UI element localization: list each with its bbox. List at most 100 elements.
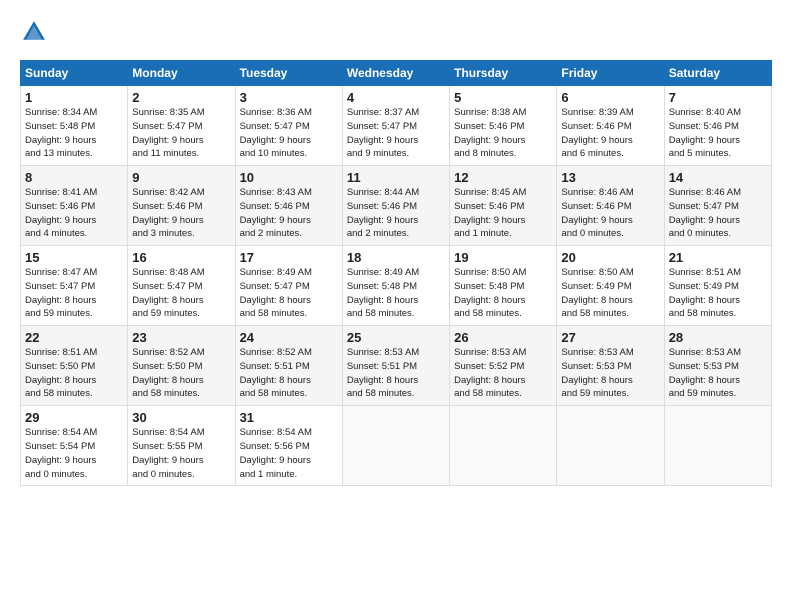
day-info-line: and 59 minutes. (132, 307, 230, 321)
day-info-line: Daylight: 9 hours (454, 214, 552, 228)
day-info-line: Sunrise: 8:50 AM (561, 266, 659, 280)
day-info-line: Sunrise: 8:43 AM (240, 186, 338, 200)
day-info-line: and 10 minutes. (240, 147, 338, 161)
day-info-line: and 2 minutes. (240, 227, 338, 241)
day-info-line: and 13 minutes. (25, 147, 123, 161)
day-number: 5 (454, 90, 552, 105)
day-info-line: and 58 minutes. (25, 387, 123, 401)
day-number: 21 (669, 250, 767, 265)
calendar-cell: 16Sunrise: 8:48 AMSunset: 5:47 PMDayligh… (128, 246, 235, 326)
day-number: 27 (561, 330, 659, 345)
day-info-line: Sunrise: 8:41 AM (25, 186, 123, 200)
day-info-line: Daylight: 8 hours (347, 294, 445, 308)
day-info: Sunrise: 8:42 AMSunset: 5:46 PMDaylight:… (132, 186, 230, 241)
calendar-cell: 17Sunrise: 8:49 AMSunset: 5:47 PMDayligh… (235, 246, 342, 326)
day-info-line: Sunset: 5:47 PM (132, 120, 230, 134)
page: SundayMondayTuesdayWednesdayThursdayFrid… (0, 0, 792, 496)
calendar-cell (342, 406, 449, 486)
day-info-line: and 58 minutes. (240, 387, 338, 401)
day-info-line: Sunrise: 8:46 AM (561, 186, 659, 200)
day-info-line: Daylight: 9 hours (561, 214, 659, 228)
day-info-line: Daylight: 9 hours (561, 134, 659, 148)
calendar-week-row: 29Sunrise: 8:54 AMSunset: 5:54 PMDayligh… (21, 406, 772, 486)
day-info-line: and 11 minutes. (132, 147, 230, 161)
day-info-line: Daylight: 8 hours (132, 374, 230, 388)
day-info-line: Daylight: 9 hours (240, 454, 338, 468)
day-info-line: Sunrise: 8:48 AM (132, 266, 230, 280)
day-info-line: Daylight: 9 hours (669, 134, 767, 148)
day-info: Sunrise: 8:43 AMSunset: 5:46 PMDaylight:… (240, 186, 338, 241)
day-info-line: and 0 minutes. (132, 468, 230, 482)
day-info-line: and 9 minutes. (347, 147, 445, 161)
day-info-line: Sunrise: 8:38 AM (454, 106, 552, 120)
day-info: Sunrise: 8:54 AMSunset: 5:55 PMDaylight:… (132, 426, 230, 481)
day-info-line: Daylight: 9 hours (132, 454, 230, 468)
day-info-line: Sunset: 5:47 PM (240, 120, 338, 134)
header-cell-thursday: Thursday (450, 61, 557, 86)
day-info-line: Sunset: 5:49 PM (561, 280, 659, 294)
day-info-line: Sunrise: 8:35 AM (132, 106, 230, 120)
day-info-line: Daylight: 9 hours (454, 134, 552, 148)
day-number: 10 (240, 170, 338, 185)
day-info: Sunrise: 8:40 AMSunset: 5:46 PMDaylight:… (669, 106, 767, 161)
calendar-week-row: 15Sunrise: 8:47 AMSunset: 5:47 PMDayligh… (21, 246, 772, 326)
calendar-cell: 6Sunrise: 8:39 AMSunset: 5:46 PMDaylight… (557, 86, 664, 166)
day-info-line: Sunrise: 8:40 AM (669, 106, 767, 120)
day-number: 29 (25, 410, 123, 425)
day-info-line: Daylight: 8 hours (454, 294, 552, 308)
day-info-line: Daylight: 9 hours (669, 214, 767, 228)
day-info-line: Sunset: 5:48 PM (347, 280, 445, 294)
calendar-cell: 21Sunrise: 8:51 AMSunset: 5:49 PMDayligh… (664, 246, 771, 326)
day-number: 9 (132, 170, 230, 185)
day-info-line: Daylight: 8 hours (669, 374, 767, 388)
day-info-line: Sunset: 5:46 PM (669, 120, 767, 134)
day-info-line: Daylight: 8 hours (25, 374, 123, 388)
day-info-line: and 1 minute. (240, 468, 338, 482)
day-info-line: Daylight: 8 hours (561, 374, 659, 388)
day-info-line: and 3 minutes. (132, 227, 230, 241)
day-info-line: and 1 minute. (454, 227, 552, 241)
day-number: 24 (240, 330, 338, 345)
day-info-line: and 58 minutes. (669, 307, 767, 321)
calendar-cell: 19Sunrise: 8:50 AMSunset: 5:48 PMDayligh… (450, 246, 557, 326)
day-number: 30 (132, 410, 230, 425)
day-info-line: and 58 minutes. (347, 307, 445, 321)
day-info-line: Daylight: 9 hours (25, 454, 123, 468)
day-info-line: Sunset: 5:55 PM (132, 440, 230, 454)
day-info-line: and 8 minutes. (454, 147, 552, 161)
day-info-line: Daylight: 8 hours (561, 294, 659, 308)
day-info-line: Sunrise: 8:50 AM (454, 266, 552, 280)
day-info: Sunrise: 8:45 AMSunset: 5:46 PMDaylight:… (454, 186, 552, 241)
day-info: Sunrise: 8:54 AMSunset: 5:56 PMDaylight:… (240, 426, 338, 481)
day-number: 3 (240, 90, 338, 105)
day-info-line: and 0 minutes. (561, 227, 659, 241)
day-info-line: Sunset: 5:54 PM (25, 440, 123, 454)
day-info-line: Sunset: 5:49 PM (669, 280, 767, 294)
day-info-line: and 6 minutes. (561, 147, 659, 161)
calendar-cell: 29Sunrise: 8:54 AMSunset: 5:54 PMDayligh… (21, 406, 128, 486)
day-info-line: and 0 minutes. (25, 468, 123, 482)
day-info-line: Daylight: 9 hours (240, 134, 338, 148)
calendar-cell: 1Sunrise: 8:34 AMSunset: 5:48 PMDaylight… (21, 86, 128, 166)
day-info-line: Sunrise: 8:51 AM (25, 346, 123, 360)
day-info-line: and 5 minutes. (669, 147, 767, 161)
header-cell-tuesday: Tuesday (235, 61, 342, 86)
day-number: 14 (669, 170, 767, 185)
day-info: Sunrise: 8:39 AMSunset: 5:46 PMDaylight:… (561, 106, 659, 161)
day-info-line: Sunset: 5:46 PM (561, 120, 659, 134)
day-info-line: Sunrise: 8:39 AM (561, 106, 659, 120)
day-info: Sunrise: 8:52 AMSunset: 5:50 PMDaylight:… (132, 346, 230, 401)
calendar-cell: 8Sunrise: 8:41 AMSunset: 5:46 PMDaylight… (21, 166, 128, 246)
day-info-line: Daylight: 9 hours (25, 134, 123, 148)
day-info-line: Daylight: 9 hours (347, 214, 445, 228)
logo-icon (20, 18, 48, 46)
day-info-line: and 58 minutes. (347, 387, 445, 401)
logo (20, 18, 52, 46)
day-info-line: Daylight: 8 hours (132, 294, 230, 308)
day-info: Sunrise: 8:34 AMSunset: 5:48 PMDaylight:… (25, 106, 123, 161)
day-info: Sunrise: 8:53 AMSunset: 5:52 PMDaylight:… (454, 346, 552, 401)
day-info-line: and 58 minutes. (454, 387, 552, 401)
day-info-line: Sunset: 5:51 PM (240, 360, 338, 374)
calendar-cell: 11Sunrise: 8:44 AMSunset: 5:46 PMDayligh… (342, 166, 449, 246)
day-info-line: Daylight: 8 hours (25, 294, 123, 308)
